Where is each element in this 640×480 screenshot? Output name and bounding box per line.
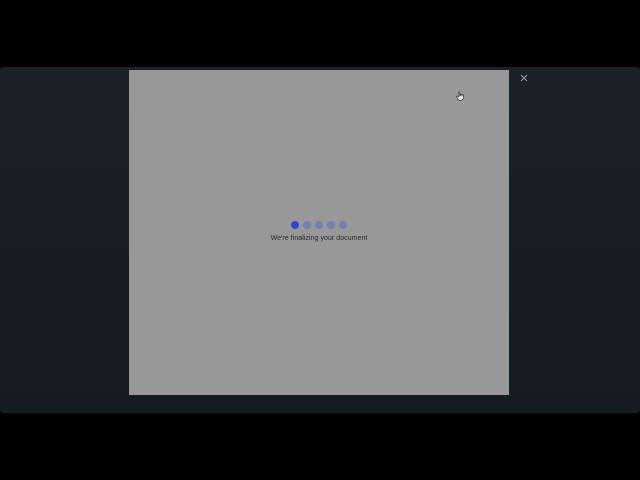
loading-dot [315, 221, 323, 229]
loading-dot [291, 221, 299, 229]
screen: We're finalizing your document [0, 0, 640, 480]
document-preview-panel [129, 70, 509, 395]
close-icon [520, 74, 528, 82]
loading-dot [327, 221, 335, 229]
loading-indicator [129, 221, 509, 229]
loading-dot [303, 221, 311, 229]
loading-message: We're finalizing your document [270, 235, 368, 242]
loading-dot [339, 221, 347, 229]
hand-pointer-icon [456, 91, 464, 101]
close-button[interactable] [516, 71, 532, 85]
